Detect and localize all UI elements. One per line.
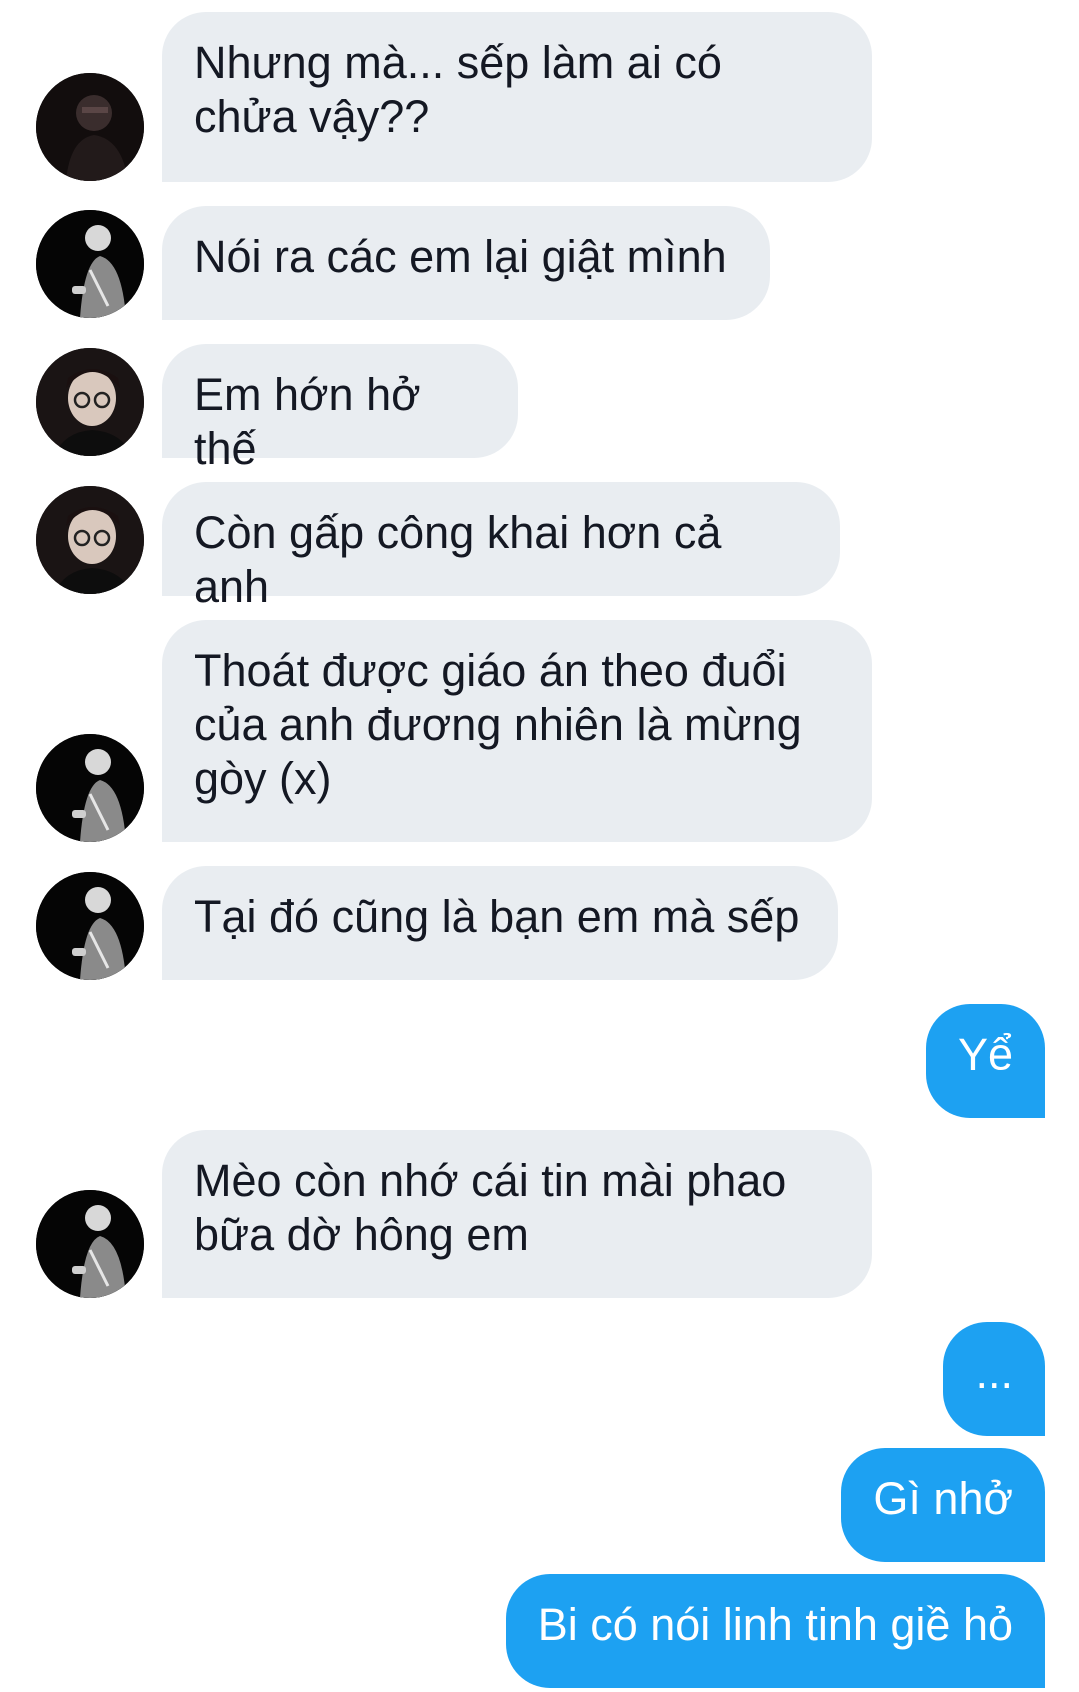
avatar-bw-side-profile[interactable] <box>36 872 144 980</box>
outgoing-message-bubble[interactable]: Bi có nói linh tinh giề hỏ <box>505 1574 1045 1688</box>
avatar-bw-side-profile-image <box>36 210 144 318</box>
avatar-bw-side-profile-image <box>36 872 144 980</box>
outgoing-message-bubble[interactable]: ... <box>943 1322 1045 1436</box>
chat-thread[interactable]: Nhưng mà... sếp làm ai có chửa vậy?? Nói… <box>0 0 1079 1692</box>
avatar-glasses-portrait[interactable] <box>36 486 144 594</box>
incoming-message-bubble[interactable]: Còn gấp công khai hơn cả anh <box>162 482 840 612</box>
avatar-bw-side-profile[interactable] <box>36 210 144 318</box>
avatar-glasses-portrait-image <box>36 486 144 594</box>
incoming-message-bubble[interactable]: Nhưng mà... sếp làm ai có chửa vậy?? <box>162 12 872 182</box>
avatar-dark-portrait-image <box>36 73 144 181</box>
incoming-message-bubble[interactable]: Em hớn hở thế <box>162 344 518 474</box>
avatar-glasses-portrait-image <box>36 348 144 456</box>
avatar-bw-side-profile-image <box>36 734 144 842</box>
outgoing-message-bubble[interactable]: Gì nhở <box>841 1448 1045 1562</box>
incoming-message-bubble[interactable]: Nói ra các em lại giật mình <box>162 206 770 320</box>
avatar-bw-side-profile[interactable] <box>36 734 144 842</box>
avatar-bw-side-profile-image <box>36 1190 144 1298</box>
avatar-dark-portrait[interactable] <box>36 73 144 181</box>
incoming-message-bubble[interactable]: Mèo còn nhớ cái tin mài phao bữa dờ hông… <box>162 1130 872 1298</box>
incoming-message-bubble[interactable]: Thoát được giáo án theo đuổi của anh đươ… <box>162 620 872 842</box>
avatar-glasses-portrait[interactable] <box>36 348 144 456</box>
incoming-message-bubble[interactable]: Tại đó cũng là bạn em mà sếp <box>162 866 838 980</box>
avatar-bw-side-profile[interactable] <box>36 1190 144 1298</box>
outgoing-message-bubble[interactable]: Yể <box>925 1004 1045 1118</box>
